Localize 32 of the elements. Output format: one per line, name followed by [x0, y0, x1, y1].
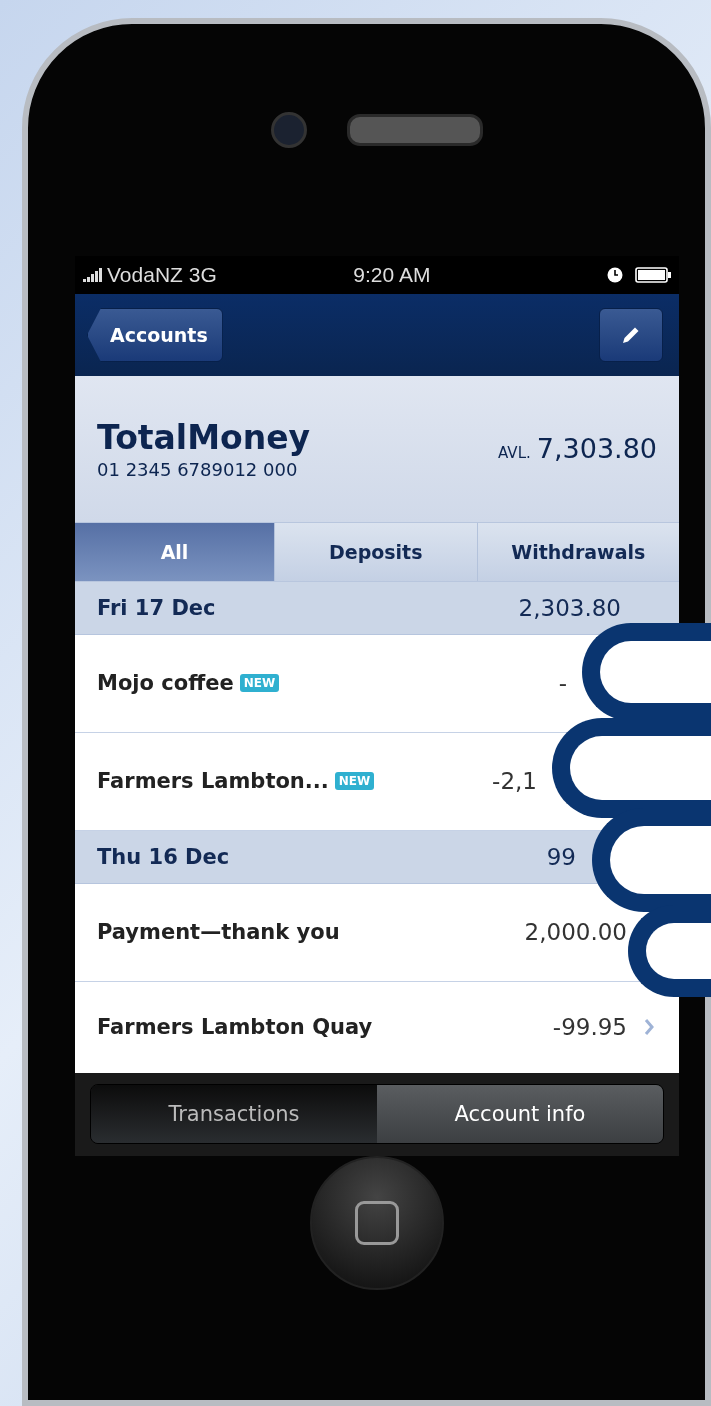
account-number: 01 2345 6789012 000 — [97, 458, 299, 480]
segment-button[interactable]: Transactions — [91, 1085, 377, 1144]
filter-tab[interactable]: All — [75, 523, 275, 581]
date-label: Thu 16 Dec — [97, 844, 230, 869]
daily-total: 2,303.80 — [518, 594, 621, 621]
transaction-amount: -99.95 — [552, 1014, 627, 1041]
filter-tab[interactable]: Deposits — [275, 523, 478, 581]
account-name: TotalMoney — [97, 417, 311, 457]
camera-lens — [271, 112, 307, 149]
balance-amount: 7,303.80 — [536, 433, 657, 465]
clock-icon — [607, 267, 623, 284]
battery-icon — [635, 267, 671, 284]
transaction-name: Farmers Lambton... — [97, 769, 329, 794]
balance-label: AVL. — [498, 444, 531, 463]
edit-button[interactable] — [599, 307, 663, 362]
back-button[interactable]: Accounts — [87, 307, 223, 362]
transaction-amount: - — [558, 670, 567, 697]
segment-button[interactable]: Account info — [377, 1085, 663, 1144]
square-icon — [355, 1201, 399, 1245]
transaction-name: Mojo coffee — [97, 671, 234, 696]
filter-tab[interactable]: Withdrawals — [477, 523, 679, 581]
status-time: 9:20 AM — [353, 263, 431, 288]
transaction-amount: -2,1 — [492, 768, 537, 795]
daily-total: 99 — [546, 843, 576, 870]
date-label: Fri 17 Dec — [97, 595, 216, 620]
new-badge: NEW — [334, 772, 375, 791]
signal-icon — [83, 268, 103, 283]
transaction-name: Farmers Lambton Quay — [97, 1015, 373, 1040]
transaction-name: Payment—thank you — [97, 920, 340, 945]
carrier-name: VodaNZ 3G — [107, 263, 217, 288]
new-badge: NEW — [239, 674, 280, 693]
transaction-amount: 2,000.00 — [524, 919, 627, 946]
